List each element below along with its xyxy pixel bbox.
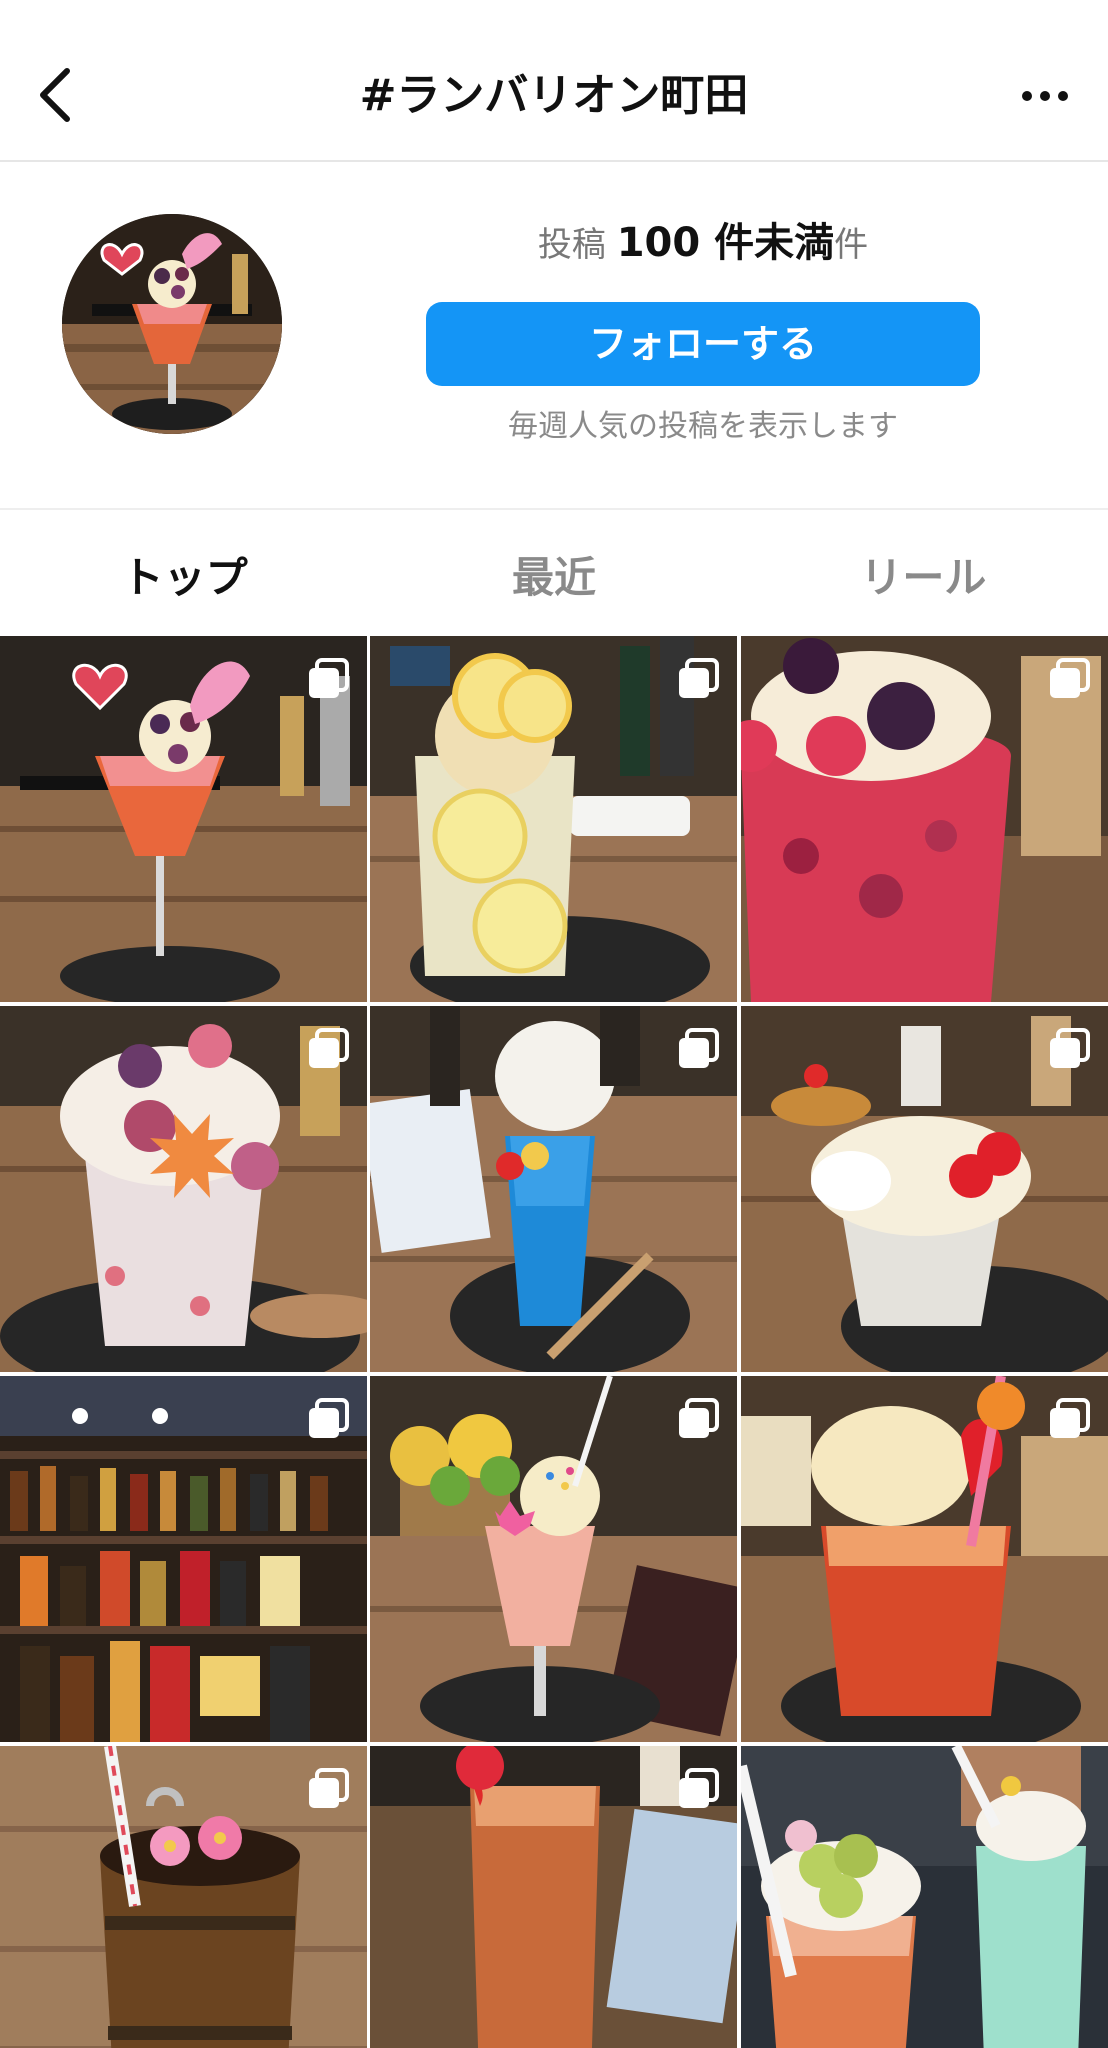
- post-tile[interactable]: [370, 636, 737, 1002]
- hashtag-avatar: [62, 214, 282, 434]
- post-tile[interactable]: [0, 636, 367, 1002]
- carousel-icon: [679, 1028, 719, 1068]
- post-grid: [0, 636, 1108, 2048]
- post-tile[interactable]: [370, 1376, 737, 1742]
- content-tabs: トップ 最近 リール: [0, 512, 1108, 636]
- carousel-icon: [679, 1768, 719, 1808]
- more-options-button[interactable]: [1010, 66, 1080, 126]
- top-bar: #ランバリオン町田: [0, 0, 1108, 162]
- chevron-left-icon: [40, 68, 70, 122]
- carousel-icon: [309, 1398, 349, 1438]
- hashtag-profile: 投稿 100 件未満件 フォローする 毎週人気の投稿を表示します: [0, 162, 1108, 510]
- carousel-icon: [309, 658, 349, 698]
- hashtag-page: #ランバリオン町田 投稿 100 件未満件 フォローする 毎週人気の投稿を表示し…: [0, 0, 1108, 2048]
- post-tile[interactable]: [370, 1006, 737, 1372]
- weekly-popular-note: 毎週人気の投稿を表示します: [508, 409, 898, 444]
- tab-top[interactable]: トップ: [0, 512, 369, 636]
- follow-button[interactable]: フォローする: [426, 302, 980, 386]
- carousel-icon: [1050, 1398, 1090, 1438]
- post-count: 投稿 100 件未満件: [426, 218, 980, 270]
- post-tile[interactable]: [370, 1746, 737, 2048]
- page-title: #ランバリオン町田: [359, 70, 749, 121]
- post-tile[interactable]: [741, 1746, 1108, 2048]
- post-tile[interactable]: [741, 1006, 1108, 1372]
- carousel-icon: [1050, 1028, 1090, 1068]
- post-count-prefix: 投稿: [537, 225, 606, 265]
- post-tile[interactable]: [0, 1746, 367, 2048]
- carousel-icon: [679, 1398, 719, 1438]
- post-tile[interactable]: [741, 636, 1108, 1002]
- post-photo: [741, 1746, 1108, 2048]
- post-count-value: 100 件未満: [616, 220, 835, 266]
- post-tile[interactable]: [0, 1006, 367, 1372]
- carousel-icon: [1050, 658, 1090, 698]
- carousel-icon: [309, 1768, 349, 1808]
- carousel-icon: [309, 1028, 349, 1068]
- tab-recent[interactable]: 最近: [369, 512, 738, 636]
- carousel-icon: [679, 658, 719, 698]
- post-count-suffix: 件: [834, 225, 869, 265]
- back-button[interactable]: [20, 60, 90, 130]
- more-horizontal-icon: [1022, 91, 1068, 101]
- tab-reels[interactable]: リール: [739, 512, 1108, 636]
- post-tile[interactable]: [741, 1376, 1108, 1742]
- avatar-photo: [62, 214, 282, 434]
- post-tile[interactable]: [0, 1376, 367, 1742]
